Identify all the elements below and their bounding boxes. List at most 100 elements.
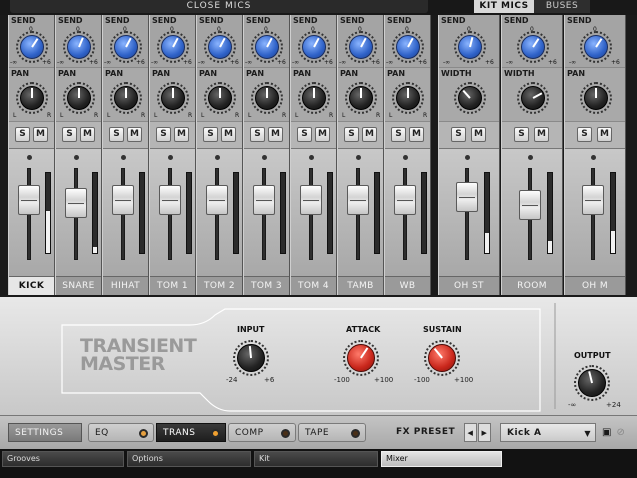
mute-button[interactable]: M [409, 127, 424, 142]
bus-strip: SEND 0 -∞ +6 WIDTH S M ROOM [501, 15, 563, 295]
pan-knob[interactable] [67, 86, 91, 110]
mute-button[interactable]: M [268, 127, 283, 142]
fader-top-dot [528, 155, 533, 160]
fader-cap[interactable] [65, 187, 87, 218]
send-knob[interactable] [20, 35, 44, 59]
mute-button[interactable]: M [80, 127, 95, 142]
delete-icon[interactable]: ⊘ [615, 423, 627, 442]
mute-button[interactable]: M [534, 127, 549, 142]
send-max: +6 [548, 59, 557, 66]
preset-dropdown[interactable]: Kick A ▼ [500, 423, 596, 442]
channel-name[interactable]: HIHAT [103, 276, 148, 295]
pan-knob[interactable] [161, 86, 185, 110]
solo-button[interactable]: S [62, 127, 77, 142]
tab-kit[interactable]: Kit [254, 451, 378, 467]
channel-name[interactable]: KICK [9, 276, 54, 295]
output-knob[interactable] [578, 369, 606, 397]
solo-button[interactable]: S [577, 127, 592, 142]
channel-name[interactable]: WB [385, 276, 430, 295]
mute-button[interactable]: M [471, 127, 486, 142]
send-knob[interactable] [521, 35, 545, 59]
send-knob[interactable] [458, 35, 482, 59]
fader-cap[interactable] [456, 181, 478, 212]
fader-cap[interactable] [206, 185, 228, 216]
fader-section [197, 148, 242, 276]
bus-name[interactable]: ROOM [502, 276, 562, 295]
fader-cap[interactable] [519, 189, 541, 220]
channel-name[interactable]: TOM 1 [150, 276, 195, 295]
mute-button[interactable]: M [597, 127, 612, 142]
mute-button[interactable]: M [315, 127, 330, 142]
pan-knob[interactable] [114, 86, 138, 110]
fader-cap[interactable] [112, 185, 134, 216]
send-knob[interactable] [302, 35, 326, 59]
solo-button[interactable]: S [451, 127, 466, 142]
solo-button[interactable]: S [203, 127, 218, 142]
channel-name[interactable]: TOM 2 [197, 276, 242, 295]
send-knob[interactable] [114, 35, 138, 59]
mute-button[interactable]: M [33, 127, 48, 142]
fader-cap[interactable] [159, 185, 181, 216]
bus-name[interactable]: OH ST [439, 276, 499, 295]
mute-button[interactable]: M [362, 127, 377, 142]
send-knob[interactable] [67, 35, 91, 59]
channel-name[interactable]: TAMB [338, 276, 383, 295]
channel-name[interactable]: SNARE [56, 276, 101, 295]
fader-cap[interactable] [394, 185, 416, 216]
preset-prev-icon[interactable]: ◀ [464, 423, 477, 442]
pan-knob[interactable] [349, 86, 373, 110]
pan-knob[interactable] [20, 86, 44, 110]
pan-knob[interactable] [396, 86, 420, 110]
tab-options[interactable]: Options [127, 451, 251, 467]
width-knob[interactable] [521, 86, 545, 110]
eq-button[interactable]: EQ [88, 423, 154, 442]
send-knob[interactable] [161, 35, 185, 59]
input-knob[interactable] [237, 344, 265, 372]
fader-cap[interactable] [300, 185, 322, 216]
width-knob[interactable] [458, 86, 482, 110]
tab-kit-mics[interactable]: KIT MICS [474, 0, 534, 13]
solo-button[interactable]: S [250, 127, 265, 142]
solo-button[interactable]: S [297, 127, 312, 142]
solo-button[interactable]: S [156, 127, 171, 142]
solo-button[interactable]: S [514, 127, 529, 142]
sustain-knob[interactable] [428, 344, 456, 372]
pan-knob[interactable] [584, 86, 608, 110]
channel-name[interactable]: TOM 3 [244, 276, 289, 295]
send-max: +6 [277, 59, 286, 66]
send-knob[interactable] [396, 35, 420, 59]
mute-button[interactable]: M [174, 127, 189, 142]
channel-name[interactable]: TOM 4 [291, 276, 336, 295]
tab-mixer[interactable]: Mixer [381, 451, 502, 467]
level-meter [484, 172, 490, 254]
send-knob-pointer [407, 37, 414, 48]
solo-button[interactable]: S [344, 127, 359, 142]
fader-cap[interactable] [347, 185, 369, 216]
trans-button[interactable]: TRANS [156, 423, 226, 442]
mute-button[interactable]: M [127, 127, 142, 142]
solo-button[interactable]: S [15, 127, 30, 142]
comp-button[interactable]: COMP [228, 423, 296, 442]
tab-grooves[interactable]: Grooves [2, 451, 124, 467]
save-icon[interactable]: ▣ [601, 423, 613, 442]
send-knob[interactable] [208, 35, 232, 59]
settings-button[interactable]: SETTINGS [8, 423, 82, 442]
bus-name[interactable]: OH M [565, 276, 625, 295]
level-meter [186, 172, 192, 254]
fader-cap[interactable] [582, 185, 604, 216]
tab-buses[interactable]: BUSES [534, 0, 590, 13]
attack-knob[interactable] [347, 344, 375, 372]
solo-button[interactable]: S [109, 127, 124, 142]
mute-button[interactable]: M [221, 127, 236, 142]
preset-next-icon[interactable]: ▶ [478, 423, 491, 442]
send-knob[interactable] [349, 35, 373, 59]
fader-cap[interactable] [253, 185, 275, 216]
solo-button[interactable]: S [391, 127, 406, 142]
send-knob[interactable] [255, 35, 279, 59]
fader-cap[interactable] [18, 185, 40, 216]
send-knob[interactable] [584, 35, 608, 59]
pan-knob[interactable] [255, 86, 279, 110]
tape-button[interactable]: TAPE [298, 423, 366, 442]
pan-knob[interactable] [302, 86, 326, 110]
pan-knob[interactable] [208, 86, 232, 110]
